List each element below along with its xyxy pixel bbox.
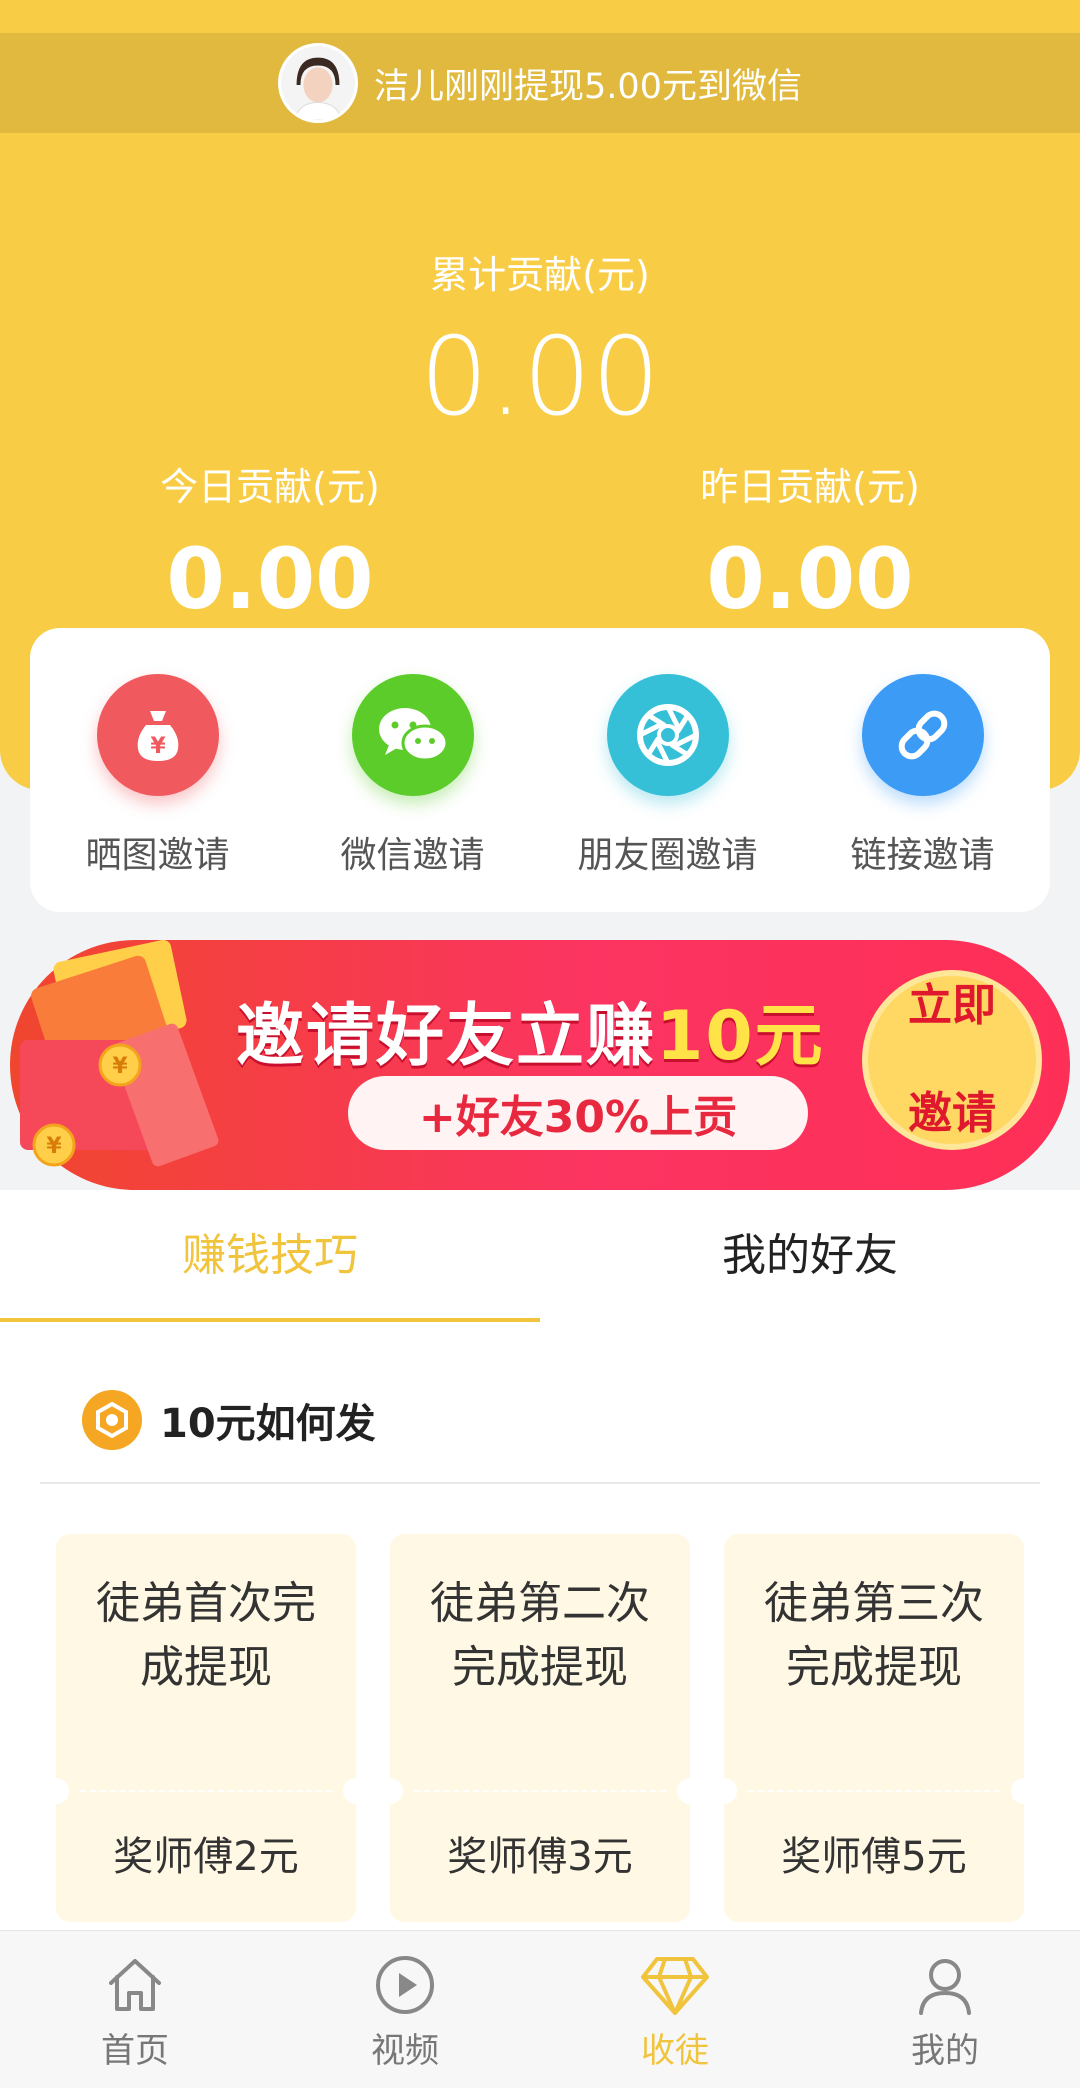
card-notch: [677, 1778, 703, 1804]
yesterday-contribution: 昨日贡献(元) 0.00: [540, 456, 1080, 629]
card-notch: [1011, 1778, 1037, 1804]
nav-video[interactable]: 视频: [270, 1931, 540, 2088]
reward-card-second: 徒弟第二次 完成提现 奖师傅3元: [377, 1534, 703, 1922]
nav-mine-label: 我的: [911, 2031, 979, 2071]
coin-icon: [82, 1390, 142, 1450]
link-icon: [861, 674, 984, 796]
invite-share-image-label: 晒图邀请: [85, 835, 230, 876]
svg-text:¥: ¥: [46, 1134, 62, 1159]
reward-condition-line1: 徒弟第二次: [430, 1578, 650, 1629]
avatar: [278, 43, 359, 123]
nav-mine[interactable]: 我的: [810, 1931, 1080, 2088]
card-notch: [711, 1778, 737, 1804]
card-dashed-line: [80, 1790, 332, 1792]
bottom-nav: 首页 视频 收徒 我的: [0, 1930, 1080, 2088]
aperture-icon: [606, 674, 729, 796]
reward-condition-line1: 徒弟第三次: [764, 1578, 984, 1629]
cta-line-2: 邀请: [908, 1088, 996, 1139]
yesterday-contribution-value: 0.00: [706, 530, 914, 628]
invite-share-image[interactable]: ¥ 晒图邀请: [33, 674, 283, 878]
today-contribution-label: 今日贡献(元): [160, 465, 380, 509]
home-icon: [109, 1959, 161, 2011]
invite-now-button[interactable]: 立即 邀请: [862, 970, 1042, 1150]
withdraw-ticker: 洁儿刚刚提现5.00元到微信: [0, 33, 1080, 133]
reward-condition-line2: 完成提现: [786, 1642, 962, 1693]
invite-link[interactable]: 链接邀请: [798, 674, 1048, 878]
total-contribution-label: 累计贡献(元): [430, 253, 650, 297]
tab-indicator: [0, 1318, 540, 1322]
gift-box-icon: ¥ ¥: [20, 940, 219, 1167]
yesterday-contribution-label: 昨日贡献(元): [700, 465, 920, 509]
invite-methods-card: ¥ 晒图邀请 微信邀请 朋友圈邀请 链接邀请: [30, 628, 1050, 912]
reward-card-first: 徒弟首次完 成提现 奖师傅2元: [43, 1534, 369, 1922]
cta-line-1: 立即: [908, 980, 996, 1031]
reward-bonus: 奖师傅2元: [113, 1834, 299, 1880]
card-dashed-line: [748, 1790, 1000, 1792]
card-dashed-line: [414, 1790, 666, 1792]
banner-headline: 邀请好友立赚10元: [236, 980, 825, 1079]
reward-condition: 徒弟首次完 成提现: [56, 1572, 356, 1700]
invite-wechat[interactable]: 微信邀请: [288, 674, 538, 878]
svg-text:¥: ¥: [112, 1054, 128, 1079]
user-icon: [919, 1959, 971, 2015]
invite-promo-banner[interactable]: ¥ ¥ 邀请好友立赚10元 +好友30%上贡 立即 邀请: [0, 940, 1080, 1190]
today-contribution: 今日贡献(元) 0.00: [0, 456, 540, 629]
nav-recruit-label: 收徒: [641, 2031, 709, 2071]
svg-text:¥: ¥: [150, 734, 166, 759]
section-divider: [40, 1482, 1040, 1484]
nav-home[interactable]: 首页: [0, 1931, 270, 2088]
invite-moments[interactable]: 朋友圈邀请: [543, 674, 793, 878]
invite-wechat-label: 微信邀请: [340, 835, 485, 876]
reward-condition-line2: 成提现: [140, 1642, 272, 1693]
money-bag-icon: ¥: [96, 674, 219, 796]
card-notch: [377, 1778, 403, 1804]
tab-my-friends[interactable]: 我的好友: [540, 1190, 1080, 1322]
reward-condition: 徒弟第三次 完成提现: [724, 1572, 1024, 1700]
diamond-icon: [641, 1957, 709, 2015]
reward-bonus: 奖师傅3元: [447, 1834, 633, 1880]
nav-recruit[interactable]: 收徒: [540, 1931, 810, 2088]
video-icon: [376, 1956, 434, 2014]
section-header: 10元如何发: [82, 1390, 376, 1450]
section-title: 10元如何发: [160, 1401, 376, 1447]
reward-condition: 徒弟第二次 完成提现: [390, 1572, 690, 1700]
banner-headline-amount: 10元: [656, 997, 825, 1076]
invite-link-label: 链接邀请: [850, 835, 995, 876]
nav-home-label: 首页: [101, 2031, 169, 2071]
banner-subtitle: +好友30%上贡: [348, 1076, 808, 1150]
today-contribution-value: 0.00: [166, 530, 374, 628]
tips-content: 赚钱技巧 我的好友 10元如何发 徒弟首次完 成提现 奖师傅2元 徒弟第二次 完…: [0, 1190, 1080, 1930]
reward-bonus: 奖师傅5元: [781, 1834, 967, 1880]
total-contribution-value: 0.00: [419, 315, 661, 440]
ticker-text: 洁儿刚刚提现5.00元到微信: [374, 66, 802, 107]
wechat-icon: [351, 674, 474, 796]
reward-card-third: 徒弟第三次 完成提现 奖师傅5元: [711, 1534, 1037, 1922]
reward-condition-line2: 完成提现: [452, 1642, 628, 1693]
tab-earning-tips[interactable]: 赚钱技巧: [0, 1190, 540, 1322]
card-notch: [43, 1778, 69, 1804]
tab-bar: 赚钱技巧 我的好友: [0, 1190, 1080, 1322]
banner-headline-prefix: 邀请好友立赚: [236, 997, 657, 1076]
nav-video-label: 视频: [371, 2031, 439, 2071]
card-notch: [343, 1778, 369, 1804]
reward-condition-line1: 徒弟首次完: [96, 1578, 316, 1629]
invite-moments-label: 朋友圈邀请: [577, 835, 758, 876]
